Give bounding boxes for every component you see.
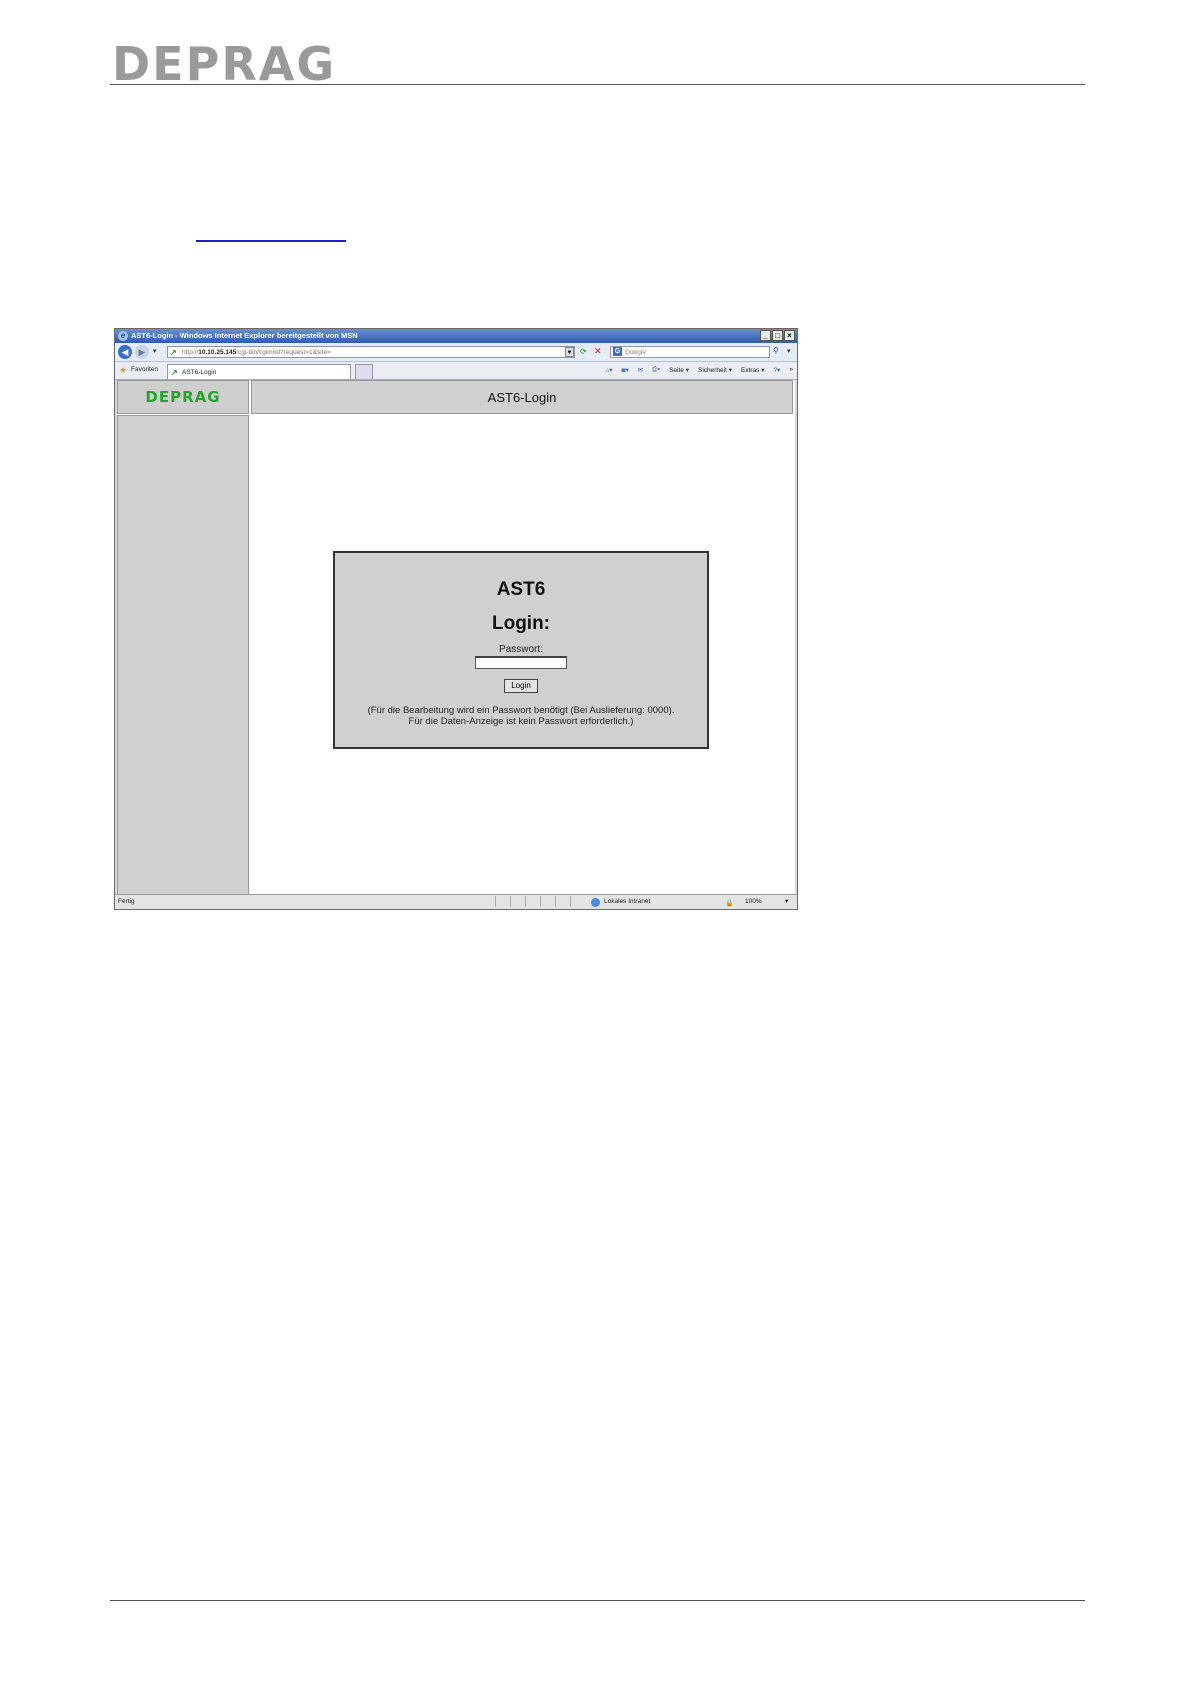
- password-input[interactable]: [475, 656, 567, 669]
- sidebar: [117, 415, 249, 895]
- status-text: Fertig: [118, 898, 135, 905]
- tab-ast6-login[interactable]: ↗ AST6-Login: [167, 364, 351, 379]
- status-cell: [510, 896, 525, 907]
- help-icon[interactable]: ?▾: [773, 366, 780, 374]
- command-bar: ⌂▾ ◙▾ ✉ ⎙▾ Seite ▾ Sicherheit ▾ Extras ▾…: [605, 366, 793, 374]
- favorites-bar: ★ Favoriten ↗ AST6-Login ⌂▾ ◙▾ ✉ ⎙▾ Seit…: [115, 362, 797, 380]
- login-panel: AST6 Login: Passwort: Login (Für die Bea…: [333, 551, 709, 749]
- password-label: Passwort:: [499, 644, 543, 655]
- zoom-dropdown-icon[interactable]: ▾: [785, 895, 788, 909]
- back-arrow-icon[interactable]: ◀: [118, 345, 132, 359]
- close-icon[interactable]: ×: [784, 330, 795, 341]
- url-input[interactable]: http://10.10.25.145/cgi-bin/cgimod?reque…: [167, 346, 575, 358]
- extras-menu[interactable]: Extras ▾: [741, 366, 765, 374]
- zoom-level[interactable]: 100%: [745, 895, 762, 909]
- internet-explorer-icon: e: [118, 331, 128, 341]
- intranet-zone-icon: [591, 898, 600, 907]
- app-logo: DEPRAG: [117, 380, 249, 414]
- browser-title: AST6-Login - Windows Internet Explorer b…: [131, 331, 358, 340]
- document-logo: DEPRAG: [112, 37, 337, 91]
- more-tools-icon[interactable]: »: [789, 366, 793, 374]
- login-note-line2: Für die Daten-Anzeige ist kein Passwort …: [408, 716, 634, 727]
- search-input[interactable]: Google: [610, 346, 770, 358]
- home-icon[interactable]: ⌂▾: [605, 366, 612, 374]
- print-icon[interactable]: ⎙▾: [652, 366, 660, 374]
- login-note: (Für die Bearbeitung wird ein Passwort b…: [335, 705, 707, 727]
- login-subtitle: Login:: [491, 613, 551, 634]
- minimize-icon[interactable]: _: [760, 330, 771, 341]
- maximize-icon[interactable]: □: [772, 330, 783, 341]
- page-favicon-icon: ↗: [170, 348, 177, 357]
- page-title: AST6-Login: [251, 380, 793, 414]
- url-dropdown-icon[interactable]: ▼: [565, 347, 574, 357]
- favorites-star-icon[interactable]: ★: [119, 365, 127, 376]
- status-cell: [525, 896, 540, 907]
- document-link-underline[interactable]: [196, 240, 346, 242]
- refresh-icon[interactable]: ⟳: [580, 347, 587, 356]
- status-cells: [495, 896, 585, 907]
- favorites-button[interactable]: Favoriten: [131, 366, 158, 373]
- status-cell: [540, 896, 555, 907]
- browser-titlebar: e AST6-Login - Windows Internet Explorer…: [115, 329, 797, 343]
- login-title: AST6: [496, 579, 546, 600]
- search-options-icon[interactable]: ▾: [787, 347, 791, 355]
- header-divider: [110, 84, 1085, 85]
- url-prefix: http://: [182, 349, 199, 356]
- tab-favicon-icon: ↗: [171, 368, 178, 377]
- page-menu[interactable]: Seite ▾: [669, 366, 689, 374]
- google-icon: G: [613, 347, 622, 356]
- protected-mode-icon[interactable]: 🔒: [725, 897, 734, 909]
- feeds-icon[interactable]: ◙▾: [622, 366, 629, 374]
- address-bar: ◀ ▶ ▾ http://10.10.25.145/cgi-bin/cgimod…: [115, 343, 797, 362]
- status-cell: [570, 896, 585, 907]
- status-bar: Fertig Lokales Intranet 🔒 100% ▾: [115, 894, 797, 909]
- status-cell: [495, 896, 510, 907]
- mail-icon[interactable]: ✉: [638, 366, 643, 374]
- status-cell: [555, 896, 570, 907]
- login-button[interactable]: Login: [504, 679, 538, 693]
- security-zone-label: Lokales Intranet: [604, 898, 651, 905]
- new-tab-button[interactable]: [355, 364, 373, 379]
- tab-label: AST6-Login: [182, 369, 217, 376]
- stop-icon[interactable]: ✕: [594, 346, 602, 357]
- page-content: DEPRAG AST6-Login AST6 Login: Passwort: …: [117, 380, 795, 895]
- search-icon[interactable]: ⚲: [773, 346, 779, 355]
- login-note-line1: (Für die Bearbeitung wird ein Passwort b…: [367, 705, 675, 716]
- footer-divider: [110, 1600, 1085, 1601]
- safety-menu[interactable]: Sicherheit ▾: [698, 366, 732, 374]
- window-controls: _ □ ×: [760, 330, 795, 341]
- url-path: /cgi-bin/cgimod?request=1&site=: [236, 349, 331, 356]
- url-host: 10.10.25.145: [198, 349, 237, 356]
- history-dropdown-icon[interactable]: ▾: [153, 347, 157, 355]
- forward-arrow-icon[interactable]: ▶: [135, 345, 149, 359]
- browser-window: e AST6-Login - Windows Internet Explorer…: [114, 328, 798, 910]
